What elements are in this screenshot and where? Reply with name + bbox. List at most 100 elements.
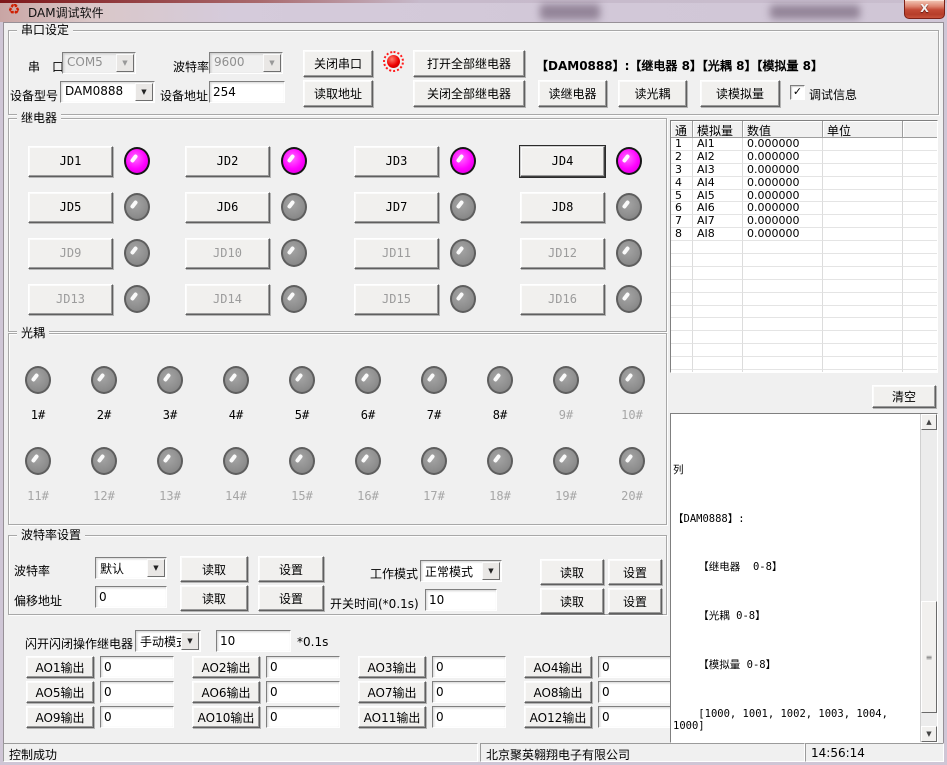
table-row[interactable]: 3 AI3 0.000000 bbox=[671, 164, 937, 177]
close-port-button[interactable]: 关闭串口 bbox=[303, 50, 373, 77]
read-analog-button[interactable]: 读模拟量 bbox=[700, 80, 780, 107]
relay-button[interactable]: JD10 bbox=[185, 238, 270, 269]
baudrate-set-button[interactable]: 设置 bbox=[258, 556, 324, 582]
table-row[interactable]: 5 AI5 0.000000 bbox=[671, 190, 937, 203]
analog-out-input[interactable] bbox=[432, 681, 506, 703]
switch-time-set-button[interactable]: 设置 bbox=[608, 588, 662, 614]
analog-out-input[interactable] bbox=[598, 656, 672, 678]
log-scrollbar[interactable]: ▲ ≡ ▼ bbox=[920, 414, 937, 742]
analog-out-button[interactable]: AO4输出 bbox=[524, 656, 592, 678]
read-address-button[interactable]: 读取地址 bbox=[303, 80, 373, 107]
analog-out-button[interactable]: AO5输出 bbox=[26, 681, 94, 703]
analog-out-button[interactable]: AO7输出 bbox=[358, 681, 426, 703]
relay-button[interactable]: JD2 bbox=[185, 146, 270, 177]
cell-empty bbox=[693, 357, 743, 370]
cell-analog: AI3 bbox=[693, 164, 743, 177]
relay-button[interactable]: JD13 bbox=[28, 284, 113, 315]
relay-button[interactable]: JD9 bbox=[28, 238, 113, 269]
workmode-read-button[interactable]: 读取 bbox=[540, 559, 604, 585]
analog-out-input[interactable] bbox=[598, 706, 672, 728]
cell-empty bbox=[743, 241, 823, 254]
cell-empty bbox=[903, 267, 937, 280]
table-row[interactable]: 1 AI1 0.000000 bbox=[671, 138, 937, 151]
relay-button[interactable]: JD15 bbox=[354, 284, 439, 315]
analog-out-input[interactable] bbox=[432, 656, 506, 678]
analog-out-button[interactable]: AO2输出 bbox=[192, 656, 260, 678]
read-relays-button[interactable]: 读继电器 bbox=[538, 80, 607, 107]
analog-out-button[interactable]: AO6输出 bbox=[192, 681, 260, 703]
baudrate-read-button[interactable]: 读取 bbox=[180, 556, 248, 582]
analog-out-input[interactable] bbox=[598, 681, 672, 703]
clear-log-button[interactable]: 清空 bbox=[872, 385, 936, 408]
relay-button[interactable]: JD7 bbox=[354, 192, 439, 223]
relay-button[interactable]: JD1 bbox=[28, 146, 113, 177]
switch-time-input[interactable] bbox=[425, 589, 497, 611]
analog-out-button[interactable]: AO9输出 bbox=[26, 706, 94, 728]
analog-out-button[interactable]: AO12输出 bbox=[524, 706, 592, 728]
analog-out-input[interactable] bbox=[266, 681, 340, 703]
cell-channel: 3 bbox=[671, 164, 693, 177]
flash-mode-combo[interactable]: 手动模式 ▼ bbox=[135, 630, 201, 652]
log-box[interactable]: 列 【DAM0888】: 【继电器 0-8】 【光耦 0-8】 【模拟量 0-8… bbox=[670, 413, 938, 743]
relay-button[interactable]: JD16 bbox=[520, 284, 605, 315]
relay-led bbox=[616, 285, 642, 313]
analog-out-input[interactable] bbox=[100, 706, 174, 728]
scrollbar-thumb[interactable]: ≡ bbox=[921, 601, 937, 713]
opto-channel-label: 13# bbox=[159, 489, 181, 503]
open-all-relays-button[interactable]: 打开全部继电器 bbox=[413, 50, 525, 77]
offset-address-input[interactable] bbox=[95, 586, 167, 608]
cell-empty bbox=[903, 241, 937, 254]
col-header-unit[interactable]: 单位 bbox=[823, 121, 903, 138]
analog-out-input[interactable] bbox=[266, 656, 340, 678]
title-bar[interactable]: ♻ DAM调试软件 X bbox=[0, 0, 947, 22]
workmode-set-button[interactable]: 设置 bbox=[608, 559, 662, 585]
read-opto-button[interactable]: 读光耦 bbox=[618, 80, 687, 107]
relay-button[interactable]: JD3 bbox=[354, 146, 439, 177]
close-all-relays-button[interactable]: 关闭全部继电器 bbox=[413, 80, 525, 107]
flash-time-input[interactable] bbox=[216, 630, 291, 652]
cell-value: 0.000000 bbox=[743, 138, 823, 151]
analog-out-button[interactable]: AO8输出 bbox=[524, 681, 592, 703]
opto-channel-label: 1# bbox=[31, 408, 45, 422]
analog-out-button[interactable]: AO10输出 bbox=[192, 706, 260, 728]
analog-out-input[interactable] bbox=[266, 706, 340, 728]
debug-info-checkbox[interactable] bbox=[790, 85, 805, 100]
switch-time-read-button[interactable]: 读取 bbox=[540, 588, 604, 614]
baudrate-setting-combo[interactable]: 默认 ▼ bbox=[95, 557, 167, 579]
relay-button[interactable]: JD5 bbox=[28, 192, 113, 223]
offset-read-button[interactable]: 读取 bbox=[180, 585, 248, 611]
analog-out-cell: AO10输出 bbox=[192, 706, 340, 728]
col-header-channel[interactable]: 通 bbox=[671, 121, 693, 138]
analog-out-input[interactable] bbox=[432, 706, 506, 728]
analog-out-button[interactable]: AO3输出 bbox=[358, 656, 426, 678]
table-row[interactable]: 4 AI4 0.000000 bbox=[671, 177, 937, 190]
workmode-combo[interactable]: 正常模式 ▼ bbox=[420, 560, 502, 582]
table-row[interactable]: 8 AI8 0.000000 bbox=[671, 228, 937, 241]
cell-unit bbox=[823, 177, 903, 190]
col-header-analog[interactable]: 模拟量 bbox=[693, 121, 743, 138]
col-header-value[interactable]: 数值 bbox=[743, 121, 823, 138]
analog-out-button[interactable]: AO1输出 bbox=[26, 656, 94, 678]
analog-out-input[interactable] bbox=[100, 681, 174, 703]
close-button[interactable]: X bbox=[904, 0, 945, 19]
table-row[interactable]: 7 AI7 0.000000 bbox=[671, 215, 937, 228]
table-row[interactable]: 2 AI2 0.000000 bbox=[671, 151, 937, 164]
scroll-up-icon[interactable]: ▲ bbox=[921, 414, 937, 430]
cell-empty bbox=[693, 344, 743, 357]
opto-led bbox=[223, 366, 249, 394]
device-address-input[interactable] bbox=[209, 81, 285, 103]
relay-button[interactable]: JD12 bbox=[520, 238, 605, 269]
relay-button[interactable]: JD14 bbox=[185, 284, 270, 315]
offset-set-button[interactable]: 设置 bbox=[258, 585, 324, 611]
analog-out-input[interactable] bbox=[100, 656, 174, 678]
analog-out-cell: AO6输出 bbox=[192, 681, 340, 703]
analog-out-button[interactable]: AO11输出 bbox=[358, 706, 426, 728]
relay-button[interactable]: JD8 bbox=[520, 192, 605, 223]
device-model-combo[interactable]: DAM0888 ▼ bbox=[60, 81, 155, 103]
table-row-empty bbox=[671, 241, 937, 254]
relay-button[interactable]: JD6 bbox=[185, 192, 270, 223]
table-row[interactable]: 6 AI6 0.000000 bbox=[671, 202, 937, 215]
relay-button[interactable]: JD11 bbox=[354, 238, 439, 269]
relay-button[interactable]: JD4 bbox=[520, 146, 605, 177]
scroll-down-icon[interactable]: ▼ bbox=[921, 726, 937, 742]
